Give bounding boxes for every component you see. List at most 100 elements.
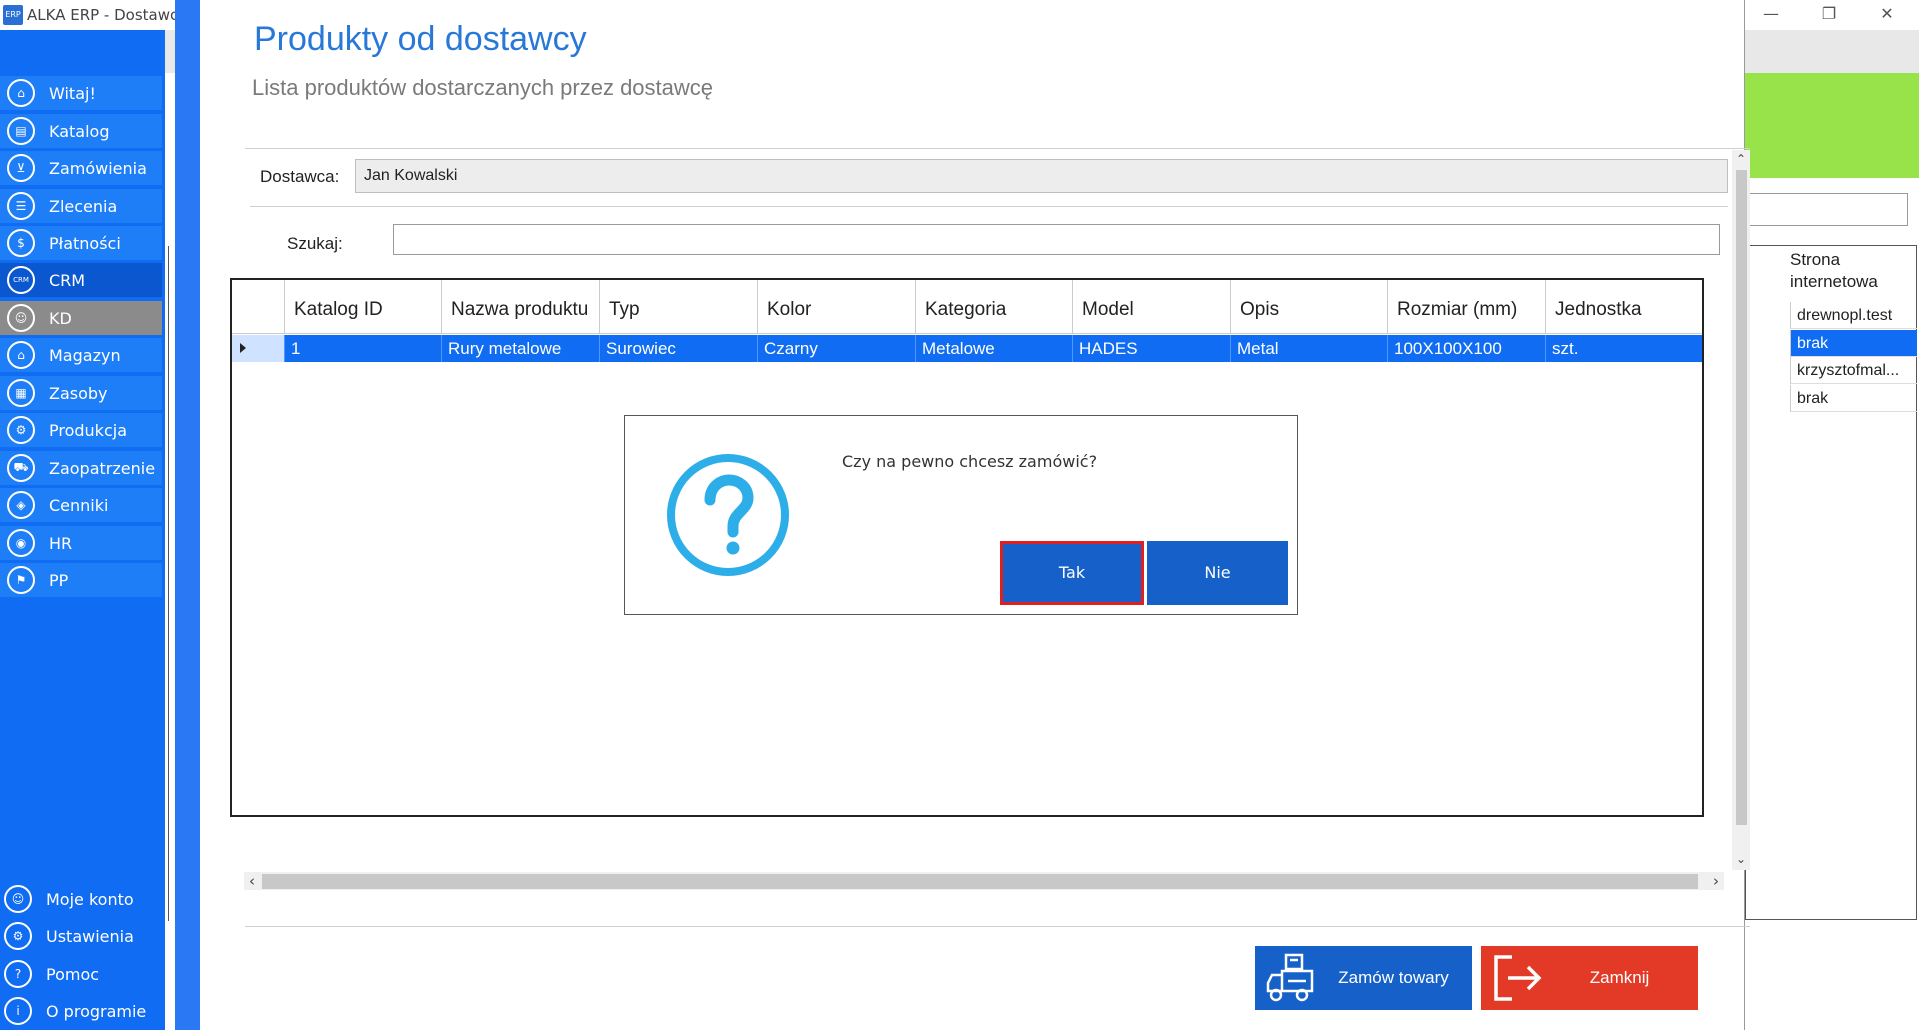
table-cell[interactable]: drewnopl.test <box>1790 302 1917 329</box>
column-header[interactable]: Model <box>1072 280 1230 334</box>
sidebar-item-label: PP <box>49 570 69 590</box>
sidebar-item-ustawienia[interactable]: ⚙ Ustawienia <box>0 919 162 953</box>
sidebar-item-hr[interactable]: ◉ HR <box>0 526 162 560</box>
table-cell[interactable]: Surowiec <box>599 335 757 362</box>
sidebar-item-pomoc[interactable]: ? Pomoc <box>0 957 162 991</box>
search-label: Szukaj: <box>287 234 343 253</box>
sidebar-item-label: Zlecenia <box>49 196 118 216</box>
cart-icon: ⊻ <box>7 154 35 182</box>
divider <box>250 206 1728 207</box>
column-header-website: Strona internetowa <box>1790 250 1878 291</box>
sidebar: ⌂ Witaj! ▤ Katalog ⊻ Zamówienia ☰ Zlecen… <box>0 30 165 1030</box>
dollar-icon: $ <box>7 229 35 257</box>
sidebar-item-produkcja[interactable]: ⚙ Produkcja <box>0 413 162 447</box>
column-header[interactable]: Kolor <box>757 280 915 334</box>
divider <box>245 926 1750 927</box>
settings-icon: ⚙ <box>4 922 32 950</box>
supplier-field: Jan Kowalski <box>355 159 1728 193</box>
table-cell[interactable]: brak <box>1790 330 1917 357</box>
close-window-button[interactable]: ✕ <box>1858 0 1916 30</box>
sidebar-item-magazyn[interactable]: ⌂ Magazyn <box>0 338 162 372</box>
sidebar-item-platnosci[interactable]: $ Płatności <box>0 226 162 260</box>
sidebar-item-label: Zamówienia <box>49 158 147 178</box>
table-cell[interactable]: Rury metalowe <box>441 335 599 362</box>
close-button[interactable]: Zamknij <box>1481 946 1698 1010</box>
table-row[interactable]: 1 Rury metalowe Surowiec Czarny Metalowe… <box>232 335 1702 362</box>
table-cell[interactable]: krzysztofmal... <box>1790 357 1917 384</box>
minimize-button[interactable]: — <box>1742 0 1800 30</box>
sidebar-item-crm[interactable]: CRM CRM <box>0 263 162 297</box>
sidebar-item-zasoby[interactable]: ▦ Zasoby <box>0 376 162 410</box>
table-cell[interactable]: brak <box>1790 385 1917 412</box>
sidebar-item-label: Płatności <box>49 233 121 253</box>
no-button[interactable]: Nie <box>1147 541 1288 605</box>
sidebar-item-label: Pomoc <box>46 964 100 984</box>
table-cell[interactable]: 1 <box>284 335 441 362</box>
sidebar-item-label: Zaopatrzenie <box>49 458 156 478</box>
sidebar-item-label: Zasoby <box>49 383 108 403</box>
row-arrow-icon <box>240 343 246 353</box>
sidebar-item-label: Moje konto <box>46 889 134 909</box>
hr-icon: ◉ <box>7 529 35 557</box>
grid-header: Katalog ID Nazwa produktu Typ Kolor Kate… <box>232 280 1702 334</box>
book-icon: ▤ <box>7 117 35 145</box>
row-selector[interactable] <box>232 335 284 362</box>
scrollbar-thumb[interactable] <box>1736 170 1747 825</box>
sidebar-item-katalog[interactable]: ▤ Katalog <box>0 114 162 148</box>
sidebar-item-pp[interactable]: ⚑ PP <box>0 563 162 597</box>
column-header[interactable]: Kategoria <box>915 280 1072 334</box>
confirm-dialog: Czy na pewno chcesz zamówić? Tak Nie <box>624 415 1298 615</box>
background-search-input[interactable] <box>1745 193 1908 226</box>
help-icon: ? <box>4 960 32 988</box>
table-cell[interactable]: 100X100X100 <box>1387 335 1545 362</box>
column-header[interactable]: Nazwa produktu <box>441 280 599 334</box>
sidebar-item-zlecenia[interactable]: ☰ Zlecenia <box>0 189 162 223</box>
home-icon: ⌂ <box>7 79 35 107</box>
scroll-down-icon[interactable]: ⌄ <box>1734 852 1748 866</box>
sidebar-item-label: CRM <box>49 270 86 290</box>
scroll-up-icon[interactable]: ⌃ <box>1734 152 1748 166</box>
account-icon: ☺ <box>4 885 32 913</box>
sidebar-item-witaj[interactable]: ⌂ Witaj! <box>0 76 162 110</box>
table-cell[interactable]: Metalowe <box>915 335 1072 362</box>
pp-icon: ⚑ <box>7 566 35 594</box>
sidebar-item-o-programie[interactable]: i O programie <box>0 994 162 1028</box>
sidebar-item-label: Witaj! <box>49 83 96 103</box>
horizontal-scrollbar[interactable]: ‹ › <box>244 872 1724 890</box>
question-icon <box>665 452 791 578</box>
search-input[interactable] <box>393 224 1720 255</box>
sidebar-item-zamowienia[interactable]: ⊻ Zamówienia <box>0 151 162 185</box>
confirm-message: Czy na pewno chcesz zamówić? <box>842 452 1098 471</box>
table-cell[interactable]: Czarny <box>757 335 915 362</box>
order-goods-button[interactable]: Zamów towary <box>1255 946 1472 1010</box>
truck-icon: ⛟ <box>7 454 35 482</box>
yes-button[interactable]: Tak <box>1000 541 1144 605</box>
table-cell[interactable]: Metal <box>1230 335 1387 362</box>
sidebar-item-label: KD <box>49 308 72 328</box>
close-label: Zamknij <box>1589 968 1650 987</box>
sidebar-item-label: Produkcja <box>49 420 127 440</box>
resources-icon: ▦ <box>7 379 35 407</box>
info-icon: i <box>4 997 32 1025</box>
table-cell[interactable]: szt. <box>1545 335 1702 362</box>
scroll-right-icon[interactable]: › <box>1708 872 1724 890</box>
supplier-label: Dostawca: <box>260 167 340 186</box>
crm-icon: CRM <box>7 266 35 294</box>
column-header[interactable]: Jednostka <box>1545 280 1702 334</box>
vertical-scrollbar[interactable]: ⌃ ⌄ <box>1732 150 1750 870</box>
scroll-left-icon[interactable]: ‹ <box>244 872 260 890</box>
restore-button[interactable]: ❐ <box>1800 0 1858 30</box>
scrollbar-thumb[interactable] <box>262 874 1698 889</box>
column-header[interactable]: Rozmiar (mm) <box>1387 280 1545 334</box>
sidebar-item-moje-konto[interactable]: ☺ Moje konto <box>0 882 162 916</box>
table-cell[interactable]: HADES <box>1072 335 1230 362</box>
sidebar-item-label: Cenniki <box>49 495 109 515</box>
sidebar-item-zaopatrzenie[interactable]: ⛟ Zaopatrzenie <box>0 451 162 485</box>
sidebar-item-kd[interactable]: ☺ KD <box>0 301 162 335</box>
column-header[interactable]: Katalog ID <box>284 280 441 334</box>
sidebar-item-cenniki[interactable]: ◈ Cenniki <box>0 488 162 522</box>
column-header[interactable]: Opis <box>1230 280 1387 334</box>
column-header[interactable]: Typ <box>599 280 757 334</box>
sidebar-item-label: Magazyn <box>49 345 121 365</box>
warehouse-icon: ⌂ <box>7 341 35 369</box>
